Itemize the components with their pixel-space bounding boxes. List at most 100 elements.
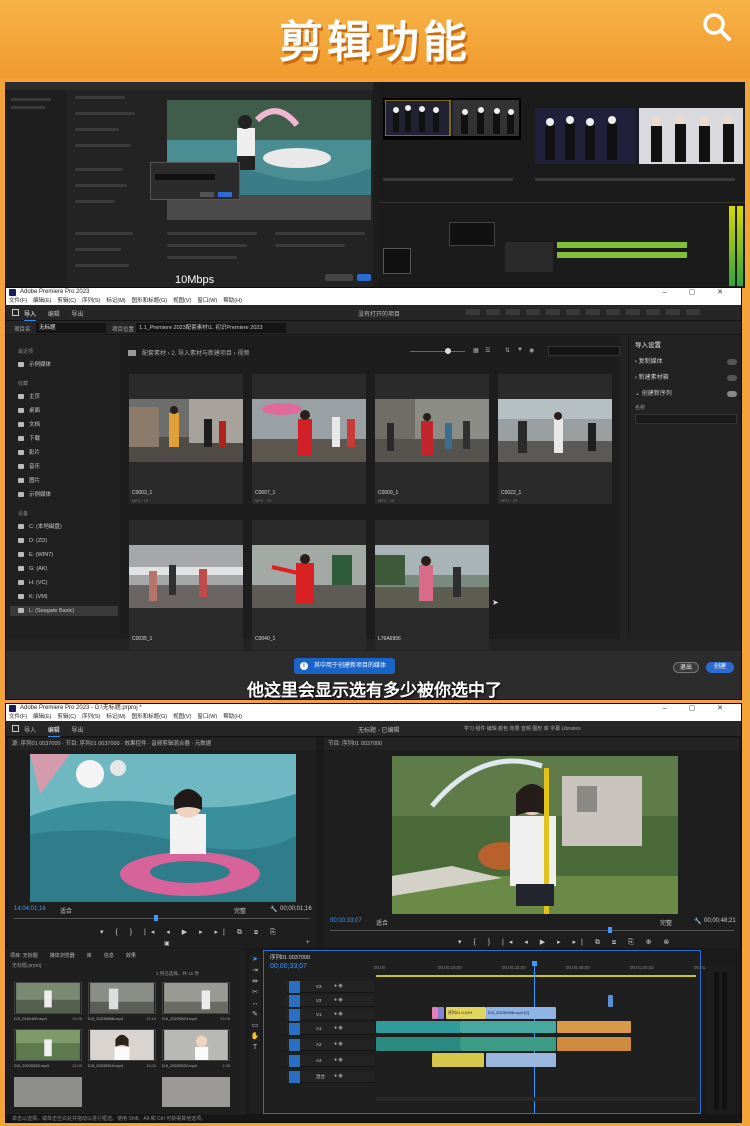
- menu-item[interactable]: 剪辑(C): [57, 298, 76, 304]
- menu-item[interactable]: 视图(V): [173, 714, 191, 720]
- export-frame-icon[interactable]: ▣: [164, 940, 170, 947]
- exit-button[interactable]: 退出: [673, 662, 699, 673]
- menu-item[interactable]: 序列(S): [82, 714, 100, 720]
- track-select-tool-icon[interactable]: ⇥: [249, 965, 261, 976]
- source-scrubber[interactable]: [14, 918, 310, 919]
- option-create-sequence[interactable]: ⌄ 创建新序列: [635, 388, 739, 400]
- menu-item[interactable]: 序列(S): [82, 298, 100, 304]
- track-header[interactable]: V2 ● ◉: [286, 995, 374, 1007]
- sidebar-item[interactable]: 桌面: [18, 406, 40, 416]
- source-monitor-tabs[interactable]: 源: 序列01 0037000 · 节目: 序列01 0037000 · 效果控…: [8, 738, 316, 750]
- sidebar-item[interactable]: G: (AK): [18, 564, 47, 574]
- grid-view-icon[interactable]: ▦: [473, 347, 479, 354]
- wrench-icon[interactable]: 🔧: [694, 918, 701, 925]
- track-header[interactable]: V3 ● ◉: [286, 981, 374, 993]
- track-toggle-icon[interactable]: ● ◉: [334, 1057, 343, 1063]
- clip-a2[interactable]: [486, 1053, 556, 1067]
- media-clip[interactable]: DJI_20220822.mp4 12:03: [14, 1029, 82, 1073]
- menu-item[interactable]: 文件(F): [9, 298, 27, 304]
- option-copy-media[interactable]: › 复制媒体: [635, 356, 739, 368]
- timeline-ruler[interactable]: 00;00 00;00;16;00 00;00;32;00 00;00;48;00 00…: [374, 965, 718, 973]
- clip-v3[interactable]: [608, 995, 613, 1007]
- sidebar-item[interactable]: H: (VC): [18, 578, 47, 588]
- track-toggle-icon[interactable]: ● ◉: [334, 997, 343, 1003]
- menu-item[interactable]: 文件(F): [9, 714, 27, 720]
- track-target[interactable]: [289, 1023, 300, 1035]
- toggle-switch[interactable]: [727, 391, 737, 397]
- clip-a1[interactable]: [376, 1037, 460, 1051]
- selection-tool-icon[interactable]: ➤: [249, 954, 261, 965]
- thumbnail-size-slider[interactable]: [410, 351, 465, 352]
- tab-import[interactable]: 导入: [24, 728, 36, 734]
- program-transport-controls[interactable]: ▾ { } |◂ ◂ ▶ ▸ ▸| ⧉ ⧈ ⎘ ⊕ ⊗: [458, 938, 674, 947]
- window-controls[interactable]: – ▢ ✕: [663, 704, 733, 713]
- track-toggle-icon[interactable]: ● ◉: [334, 1011, 343, 1017]
- menu-item[interactable]: 编辑(E): [33, 714, 51, 720]
- track-header[interactable]: V1 ● ◉: [286, 1009, 374, 1021]
- list-view-icon[interactable]: ☰: [485, 347, 490, 354]
- timeline-scrollbar[interactable]: [376, 1097, 696, 1101]
- menu-item[interactable]: 图形和标题(G): [132, 298, 167, 304]
- sidebar-item[interactable]: 示例媒体: [18, 360, 51, 370]
- clip-a2[interactable]: [432, 1053, 484, 1067]
- type-tool-icon[interactable]: T: [249, 1042, 261, 1053]
- menu-item[interactable]: 帮助(H): [223, 298, 242, 304]
- sidebar-item[interactable]: D: (ZD): [18, 536, 47, 546]
- source-resolution-select[interactable]: 完整: [234, 906, 246, 915]
- clip-v1-main[interactable]: DJI_20230908.mp4 [V]: [486, 1007, 556, 1019]
- clip-v1[interactable]: [557, 1021, 631, 1033]
- media-clip[interactable]: DJI_20220522.mp4 1:08: [162, 1029, 230, 1073]
- project-panel-tabs[interactable]: 项目: 无标题 媒体浏览器 库 信息 效果: [10, 952, 148, 959]
- media-card[interactable]: C0003_1 MP4 · 15: [129, 374, 243, 504]
- menu-item[interactable]: 标记(M): [106, 714, 125, 720]
- menu-item[interactable]: 剪辑(C): [57, 714, 76, 720]
- add-button-icon[interactable]: +: [306, 940, 310, 946]
- tab-edit[interactable]: 编辑: [47, 728, 60, 737]
- source-timecode[interactable]: 14;04;01;16: [14, 906, 46, 912]
- media-clip[interactable]: DJI_20220824.mp4 13:06: [162, 982, 230, 1026]
- media-clip[interactable]: DJI_0181480.mp4 19:06: [14, 982, 82, 1026]
- ripple-edit-tool-icon[interactable]: ⇹: [249, 976, 261, 987]
- menu-item[interactable]: 图形和标题(G): [132, 714, 167, 720]
- work-area-bar[interactable]: [376, 975, 696, 977]
- media-card[interactable]: L76A6956: [375, 520, 489, 650]
- clip-v2-title[interactable]: 序列01 0;02H: [446, 1007, 486, 1019]
- track-target[interactable]: [289, 981, 300, 993]
- sidebar-item[interactable]: K: (VM): [18, 592, 48, 602]
- source-zoom-select[interactable]: 适合: [60, 906, 72, 915]
- program-zoom-select[interactable]: 适合: [376, 918, 388, 927]
- workspace-tabs[interactable]: [466, 309, 706, 315]
- create-button[interactable]: 创建: [706, 662, 734, 673]
- media-card[interactable]: C0035_1: [129, 520, 243, 650]
- workspace-tabs[interactable]: 学习 组件 编辑 颜色 效果 音频 图形 库 字幕 Libraries: [464, 725, 581, 732]
- track-target[interactable]: [289, 1039, 300, 1051]
- project-tab[interactable]: 效果: [126, 953, 136, 959]
- menu-item[interactable]: 窗口(W): [197, 298, 217, 304]
- sidebar-item[interactable]: E: (WIN7): [18, 550, 53, 560]
- sequence-tab[interactable]: 序列01 0037000: [270, 953, 310, 961]
- pen-tool-icon[interactable]: ✎: [249, 1009, 261, 1020]
- track-header[interactable]: A1 ● ◉: [286, 1023, 374, 1035]
- menu-item[interactable]: 编辑(E): [33, 298, 51, 304]
- track-toggle-icon[interactable]: ● ◉: [334, 1073, 343, 1079]
- rectangle-tool-icon[interactable]: ▭: [249, 1020, 261, 1031]
- project-name-input[interactable]: 无标题: [36, 323, 106, 333]
- slip-tool-icon[interactable]: ↔: [249, 998, 261, 1009]
- media-card[interactable]: C0040_1: [252, 520, 366, 650]
- search-input[interactable]: [548, 346, 620, 356]
- track-header[interactable]: A3 ● ◉: [286, 1055, 374, 1067]
- option-new-bin[interactable]: › 新建素材箱: [635, 372, 739, 384]
- sidebar-item[interactable]: 文档: [18, 420, 40, 430]
- clip-v2[interactable]: [438, 1007, 444, 1019]
- track-toggle-icon[interactable]: ● ◉: [334, 1025, 343, 1031]
- sidebar-item[interactable]: 下载: [18, 434, 40, 444]
- eye-icon[interactable]: ◉: [529, 347, 534, 354]
- search-icon[interactable]: [702, 12, 732, 42]
- wrench-icon[interactable]: 🔧: [270, 906, 277, 913]
- home-icon[interactable]: [12, 309, 19, 316]
- sidebar-item[interactable]: C: (本地磁盘): [18, 522, 62, 532]
- sidebar-item[interactable]: 图片: [18, 476, 40, 486]
- media-clip-partial[interactable]: [162, 1077, 230, 1107]
- program-resolution-select[interactable]: 完整: [660, 918, 672, 927]
- track-target[interactable]: [289, 995, 300, 1007]
